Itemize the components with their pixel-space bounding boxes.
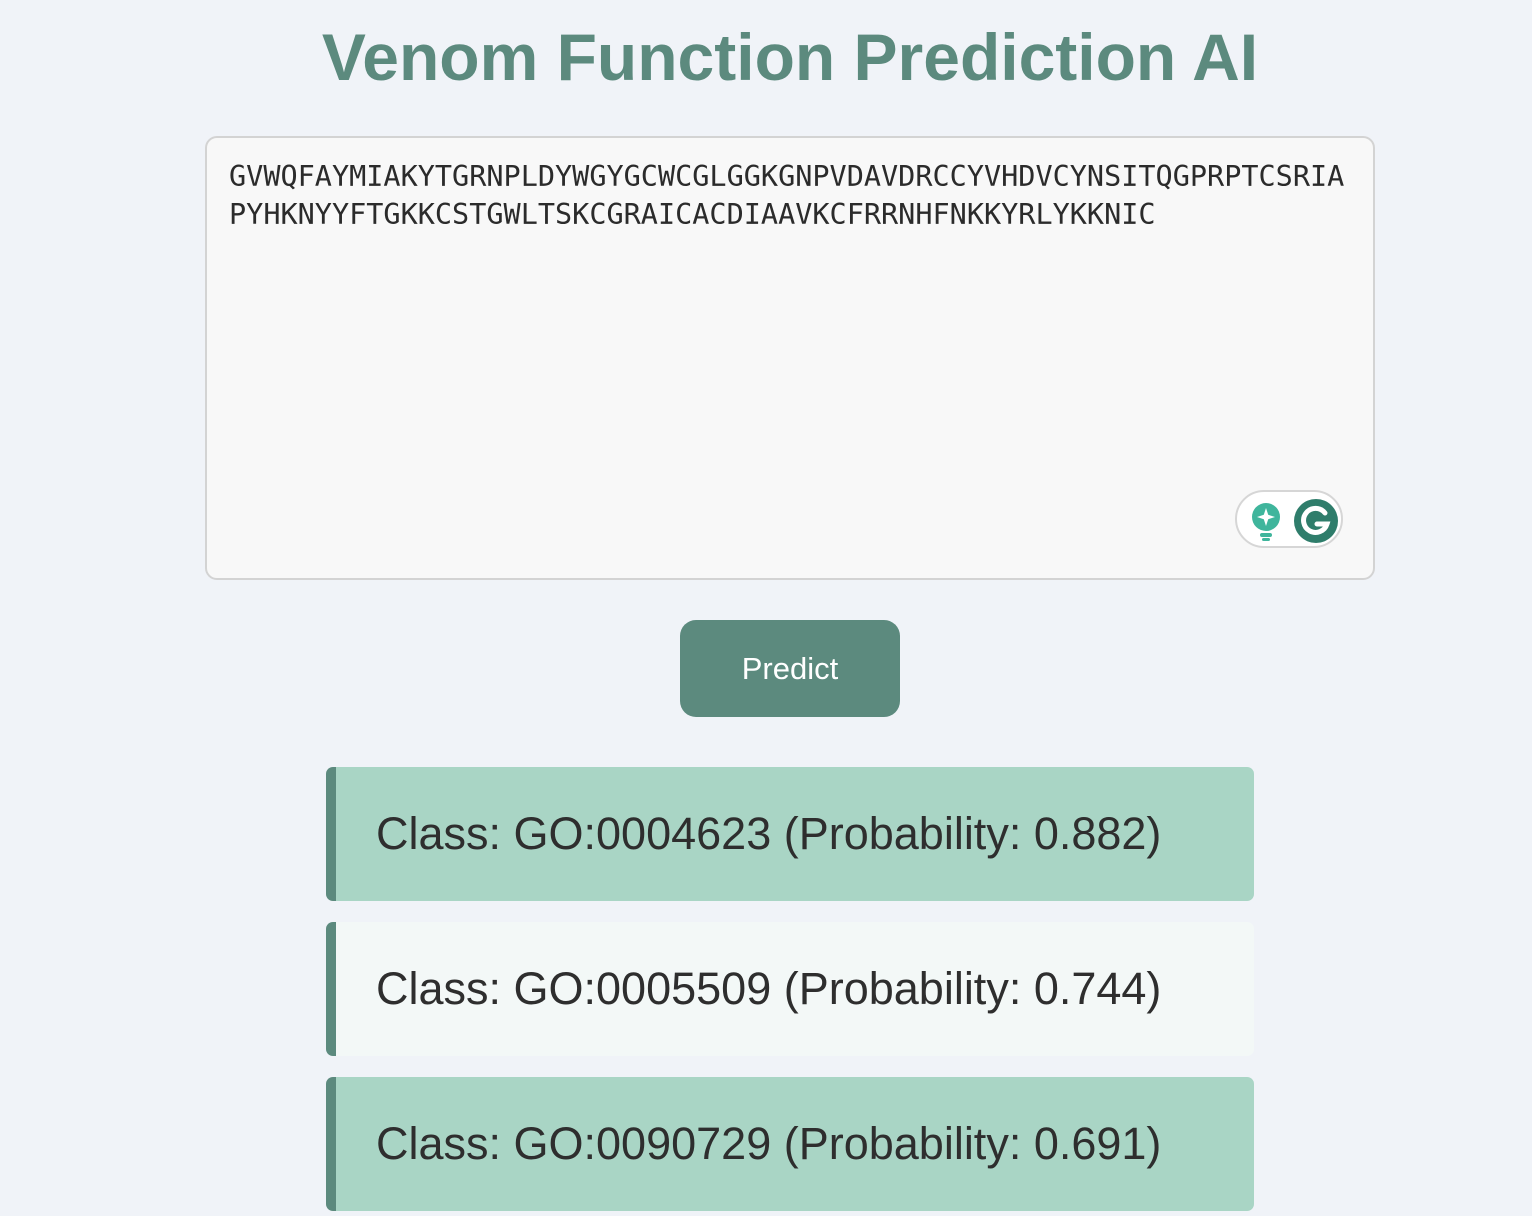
result-item: Class: GO:0004623 (Probability: 0.882) (326, 767, 1254, 901)
result-text: Class: GO:0005509 (Probability: 0.744) (376, 963, 1162, 1014)
result-text: Class: GO:0004623 (Probability: 0.882) (376, 808, 1162, 859)
sequence-input[interactable]: GVWQFAYMIAKYTGRNPLDYWGYGCWCGLGGKGNPVDAVD… (205, 136, 1375, 580)
page-title: Venom Function Prediction AI (321, 20, 1259, 94)
predict-button[interactable]: Predict (680, 620, 900, 717)
result-item: Class: GO:0005509 (Probability: 0.744) (326, 922, 1254, 1056)
lightbulb-sparkle-icon[interactable] (1249, 502, 1283, 542)
result-text: Class: GO:0090729 (Probability: 0.691) (376, 1118, 1162, 1169)
result-item: Class: GO:0090729 (Probability: 0.691) (326, 1077, 1254, 1211)
grammarly-g-icon[interactable] (1293, 498, 1339, 544)
writing-assistant-widget[interactable] (1235, 490, 1343, 548)
